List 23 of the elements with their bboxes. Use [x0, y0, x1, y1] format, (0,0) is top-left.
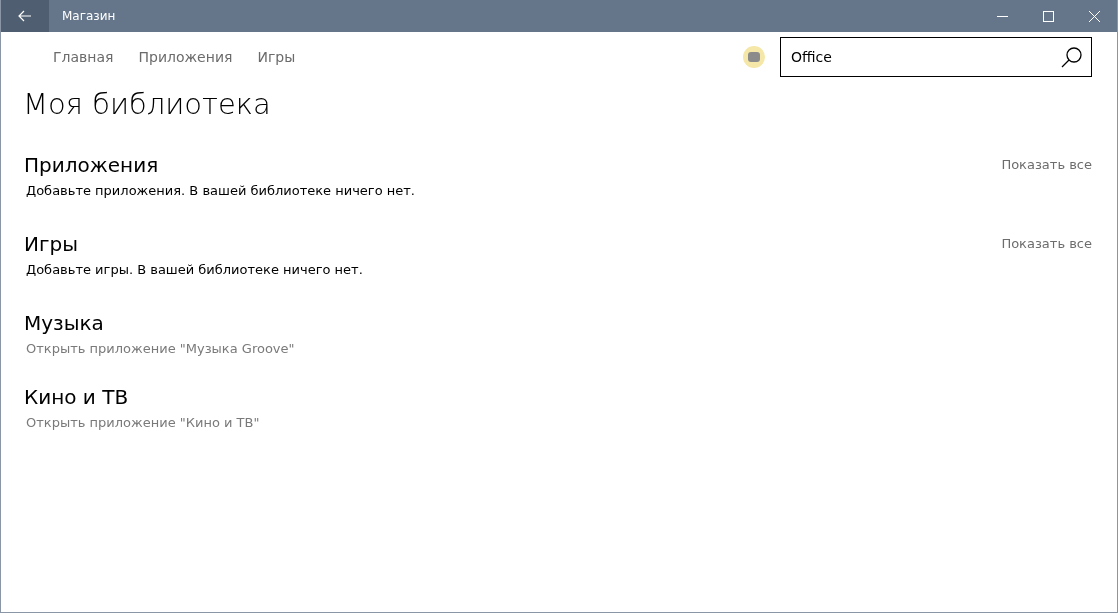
nav-tab[interactable]: Игры — [257, 47, 296, 68]
avatar[interactable] — [743, 46, 765, 68]
search-field[interactable]: Office — [780, 37, 1092, 77]
close-icon — [1088, 10, 1100, 22]
section-title: Приложения — [24, 152, 159, 179]
show-all-link[interactable]: Показать все — [1001, 234, 1092, 254]
empty-message: Добавьте игры. В вашей библиотеке ничего нет. — [26, 261, 364, 279]
show-all-link[interactable]: Показать все — [1001, 155, 1092, 175]
empty-message: Добавьте приложения. В вашей библиотеке ничего нет. — [26, 182, 416, 200]
back-button[interactable] — [1, 0, 49, 32]
search-icon[interactable] — [1061, 46, 1083, 68]
back-arrow-icon — [18, 10, 32, 22]
section-title: Игры — [24, 231, 78, 258]
maximize-icon — [1042, 10, 1054, 22]
page-title: Моя библиотека — [23, 86, 272, 123]
section-title: Кино и ТВ — [24, 384, 129, 411]
open-app-link[interactable]: Открыть приложение "Кино и ТВ" — [26, 413, 260, 433]
section-title: Музыка — [24, 310, 104, 337]
minimize-icon — [996, 15, 1008, 17]
window-title: Магазин — [62, 8, 116, 25]
nav-tab[interactable]: Главная — [53, 47, 114, 68]
nav-tab[interactable]: Приложения — [138, 47, 233, 68]
open-app-link[interactable]: Открыть приложение "Музыка Groove" — [26, 339, 295, 359]
